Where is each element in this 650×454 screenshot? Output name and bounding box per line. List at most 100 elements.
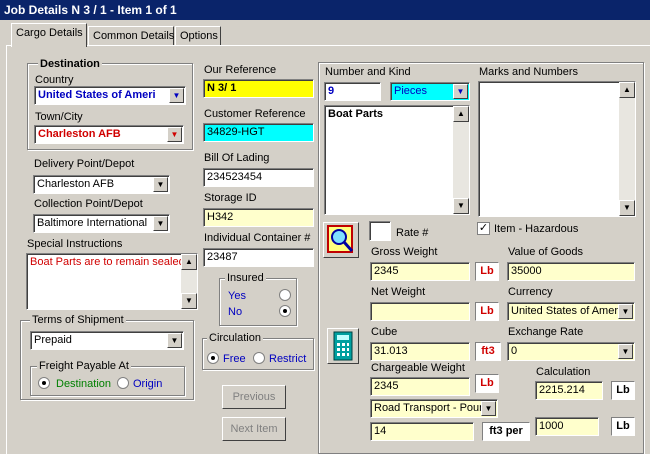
terms-select[interactable]: Prepaid ▼	[30, 331, 184, 350]
scroll-down-icon[interactable]: ▼	[619, 200, 635, 216]
exchange-rate-value: 0	[511, 345, 518, 357]
delivery-select[interactable]: Charleston AFB ▼	[33, 175, 170, 194]
scroll-down-icon[interactable]: ▼	[181, 293, 197, 309]
calculation-field[interactable]: 2215.214	[535, 381, 603, 400]
collection-select[interactable]: Baltimore International ▼	[33, 214, 170, 233]
scroll-up-icon[interactable]: ▲	[181, 254, 197, 270]
chevron-down-icon[interactable]: ▼	[153, 216, 168, 231]
chevron-down-icon[interactable]: ▼	[167, 333, 182, 348]
radio-selected-icon[interactable]	[279, 305, 291, 317]
cube-label: Cube	[371, 326, 398, 338]
insured-no-label: No	[228, 306, 243, 318]
town-select[interactable]: Charleston AFB ▼	[34, 125, 184, 144]
transport-select[interactable]: Road Transport - Pour ▼	[370, 399, 498, 418]
circulation-free-radio[interactable]	[207, 352, 219, 367]
container-label: Individual Container #	[204, 232, 311, 244]
value-of-goods-label: Value of Goods	[508, 246, 584, 258]
our-reference-field[interactable]: N 3/ 1	[203, 79, 314, 98]
freight-title: Freight Payable At	[37, 360, 131, 372]
rate-field[interactable]	[369, 221, 391, 241]
circulation-restrict-radio[interactable]	[253, 352, 265, 367]
tab-options[interactable]: Options	[175, 26, 221, 46]
gross-weight-field[interactable]: 2345	[370, 262, 470, 281]
net-unit: Lb	[475, 302, 499, 321]
circulation-free-label: Free	[223, 353, 246, 365]
calculator-icon	[333, 331, 353, 361]
country-label: Country	[35, 74, 74, 86]
delivery-value: Charleston AFB	[37, 178, 115, 190]
country-select[interactable]: United States of Ameri ▼	[34, 86, 186, 105]
radio-empty-icon[interactable]	[253, 352, 265, 364]
special-instructions-textarea[interactable]: Boat Parts are to remain sealed	[26, 253, 198, 310]
checkmark-icon: ✓	[478, 222, 489, 234]
marks-numbers-label: Marks and Numbers	[479, 66, 579, 78]
hazardous-label: Item - Hazardous	[494, 223, 579, 235]
kind-select[interactable]: Pieces ▼	[390, 82, 470, 101]
factor-field[interactable]: 14	[370, 422, 474, 441]
insured-yes-radio[interactable]	[279, 289, 291, 304]
town-value: Charleston AFB	[38, 128, 121, 140]
our-reference-label: Our Reference	[204, 64, 277, 76]
cube-field[interactable]: 31.013	[370, 342, 470, 361]
net-weight-label: Net Weight	[371, 286, 426, 298]
marks-scrollbar[interactable]: ▲ ▼	[619, 82, 635, 216]
container-field[interactable]: 23487	[203, 248, 314, 267]
freight-origin-radio[interactable]	[117, 377, 129, 392]
circulation-title: Circulation	[207, 332, 263, 344]
calculation-label: Calculation	[536, 366, 591, 378]
scroll-up-icon[interactable]: ▲	[453, 106, 469, 122]
exchange-rate-select[interactable]: 0 ▼	[507, 342, 635, 361]
calculator-button[interactable]	[327, 328, 359, 364]
gross-weight-label: Gross Weight	[371, 246, 438, 258]
tab-cargo-details[interactable]: Cargo Details	[11, 23, 87, 47]
bill-of-lading-label: Bill Of Lading	[204, 152, 270, 164]
marks-numbers-textarea[interactable]	[478, 81, 636, 217]
value-of-goods-field[interactable]: 35000	[507, 262, 635, 281]
net-weight-field[interactable]	[370, 302, 470, 321]
previous-button[interactable]: Previous	[222, 385, 286, 409]
next-item-button[interactable]: Next Item	[222, 417, 286, 441]
number-kind-label: Number and Kind	[325, 66, 411, 78]
currency-select[interactable]: United States of Amer ▼	[507, 302, 635, 321]
calculation2-field[interactable]: 1000	[535, 417, 599, 436]
radio-empty-icon[interactable]	[279, 289, 291, 301]
calculation-unit: Lb	[611, 381, 635, 400]
destination-title: Destination	[38, 58, 102, 70]
scroll-down-icon[interactable]: ▼	[453, 198, 469, 214]
storage-id-field[interactable]: H342	[203, 208, 314, 227]
chevron-down-icon[interactable]: ▼	[167, 127, 182, 142]
kind-value: Pieces	[394, 85, 428, 97]
town-label: Town/City	[35, 111, 83, 123]
delivery-label: Delivery Point/Depot	[34, 158, 135, 170]
cargo-description-textarea[interactable]: Boat Parts	[324, 105, 470, 215]
customer-reference-field[interactable]: 34829-HGT	[203, 123, 314, 142]
special-label: Special Instructions	[27, 238, 123, 250]
chevron-down-icon[interactable]: ▼	[618, 344, 633, 359]
cargo-description: Boat Parts	[328, 108, 384, 120]
radio-selected-icon[interactable]	[207, 352, 219, 364]
chevron-down-icon[interactable]: ▼	[169, 88, 184, 103]
description-scrollbar[interactable]: ▲ ▼	[453, 106, 469, 214]
chargeable-weight-field[interactable]: 2345	[370, 377, 470, 396]
insured-no-radio[interactable]	[279, 305, 291, 320]
hazardous-checkbox[interactable]: ✓	[477, 222, 490, 235]
radio-empty-icon[interactable]	[117, 377, 129, 389]
special-scrollbar[interactable]: ▲ ▼	[181, 254, 197, 309]
chevron-down-icon[interactable]: ▼	[481, 401, 496, 416]
bill-of-lading-field[interactable]: 234523454	[203, 168, 314, 187]
terms-value: Prepaid	[34, 334, 72, 346]
search-button[interactable]	[323, 222, 359, 258]
chargeable-unit: Lb	[475, 374, 499, 393]
gross-unit: Lb	[475, 262, 499, 281]
chevron-down-icon[interactable]: ▼	[153, 177, 168, 192]
chevron-down-icon[interactable]: ▼	[453, 84, 468, 99]
radio-selected-icon[interactable]	[38, 377, 50, 389]
freight-destination-radio[interactable]	[38, 377, 50, 392]
scroll-up-icon[interactable]: ▲	[619, 82, 635, 98]
circulation-restrict-label: Restrict	[269, 353, 307, 365]
collection-label: Collection Point/Depot	[34, 198, 143, 210]
tab-common-details[interactable]: Common Details	[88, 26, 174, 46]
terms-title: Terms of Shipment	[30, 314, 126, 326]
chevron-down-icon[interactable]: ▼	[618, 304, 633, 319]
number-field[interactable]: 9	[324, 82, 381, 101]
